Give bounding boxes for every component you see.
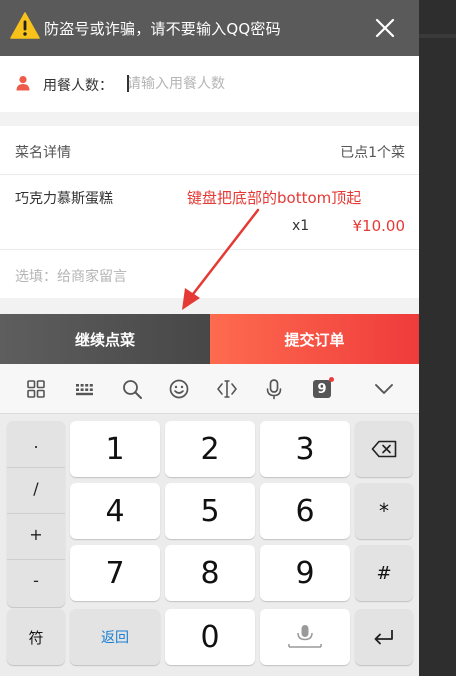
text-cursor <box>127 75 129 92</box>
key-4[interactable]: 4 <box>70 483 160 539</box>
diner-count-row: 用餐人数： <box>0 56 419 112</box>
key-0[interactable]: 0 <box>165 609 255 665</box>
person-icon <box>16 76 30 91</box>
background-strip <box>419 0 456 676</box>
back-key[interactable]: 返回 <box>70 609 160 665</box>
microphone-icon[interactable] <box>263 378 285 400</box>
symbol-key[interactable]: . <box>7 433 65 452</box>
symbol-key[interactable]: - <box>7 571 65 590</box>
merchant-note-input[interactable]: 选填：给商家留言 <box>15 266 127 286</box>
symbol-column[interactable]: . / + - <box>7 421 65 607</box>
symbol-key[interactable]: + <box>7 525 65 544</box>
space-key[interactable] <box>260 609 350 665</box>
enter-icon <box>374 630 393 645</box>
keyboard-icon[interactable] <box>74 378 96 400</box>
search-icon[interactable] <box>121 378 143 400</box>
emoji-icon[interactable] <box>168 378 190 400</box>
submit-order-button[interactable]: 提交订单 <box>210 314 419 364</box>
continue-ordering-button[interactable]: 继续点菜 <box>0 314 210 364</box>
key-1[interactable]: 1 <box>70 421 160 477</box>
diner-count-label: 用餐人数： <box>43 78 113 94</box>
key-8[interactable]: 8 <box>165 545 255 601</box>
grid-icon[interactable] <box>25 378 47 400</box>
key-6[interactable]: 6 <box>260 483 350 539</box>
enter-key[interactable] <box>355 609 413 665</box>
dish-details-label: 菜名详情 <box>15 145 71 161</box>
key-2[interactable]: 2 <box>165 421 255 477</box>
security-warning-banner: 防盗号或诈骗，请不要输入QQ密码 <box>0 0 419 56</box>
hash-key[interactable]: # <box>355 545 413 601</box>
close-icon[interactable] <box>374 17 396 39</box>
numeric-keyboard: 9 . / + - 1 2 3 4 5 6 * 7 8 9 # 符 返回 0 <box>0 364 419 676</box>
order-header: 菜名详情 已点1个菜 <box>0 126 419 175</box>
dish-count-label: 已点1个菜 <box>340 145 405 161</box>
bottom-action-bar: 继续点菜 提交订单 <box>0 314 419 364</box>
key-7[interactable]: 7 <box>70 545 160 601</box>
warning-text: 防盗号或诈骗，请不要输入QQ密码 <box>44 20 281 38</box>
annotation-text: 键盘把底部的bottom顶起 <box>187 189 362 207</box>
symbol-key[interactable]: / <box>7 479 65 498</box>
dish-name: 巧克力慕斯蛋糕 <box>15 191 113 207</box>
keypad: . / + - 1 2 3 4 5 6 * 7 8 9 # 符 返回 0 <box>0 416 419 676</box>
cursor-icon[interactable] <box>216 378 238 400</box>
key-9[interactable]: 9 <box>260 545 350 601</box>
phone-screen: 防盗号或诈骗，请不要输入QQ密码 用餐人数： 菜名详情 已点1个菜 巧克力慕斯蛋… <box>0 0 419 676</box>
backspace-key[interactable] <box>355 421 413 477</box>
asterisk-key[interactable]: * <box>355 483 413 539</box>
annotation-arrow-icon <box>182 208 260 310</box>
key-3[interactable]: 3 <box>260 421 350 477</box>
symbols-key[interactable]: 符 <box>7 609 65 665</box>
dish-price: ¥10.00 <box>352 217 406 235</box>
clipboard-icon[interactable]: 9 <box>311 377 334 400</box>
dish-quantity: x1 <box>292 218 310 234</box>
backspace-icon <box>371 440 397 458</box>
chevron-down-icon[interactable] <box>373 378 395 400</box>
notification-dot <box>329 377 334 382</box>
microphone-icon <box>288 625 322 648</box>
diner-count-input[interactable] <box>127 72 397 96</box>
key-5[interactable]: 5 <box>165 483 255 539</box>
keyboard-toolbar: 9 <box>0 364 419 414</box>
clipboard-badge: 9 <box>313 380 331 398</box>
warning-icon <box>10 12 40 39</box>
